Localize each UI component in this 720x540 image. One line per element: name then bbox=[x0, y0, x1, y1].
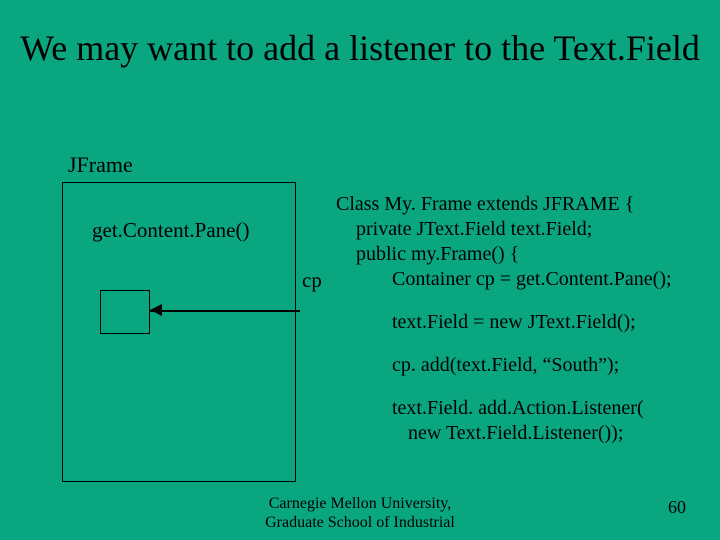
code-block: Class My. Frame extends JFRAME { private… bbox=[336, 192, 706, 446]
code-line: private JText.Field text.Field; bbox=[336, 217, 706, 242]
blank-line bbox=[336, 335, 706, 353]
code-line: text.Field = new JText.Field(); bbox=[336, 310, 706, 335]
code-line: Container cp = get.Content.Pane(); bbox=[336, 267, 706, 292]
footer: Carnegie Mellon University, Graduate Sch… bbox=[0, 495, 720, 532]
get-content-pane-label: get.Content.Pane() bbox=[92, 218, 249, 243]
blank-line bbox=[336, 292, 706, 310]
blank-line bbox=[336, 378, 706, 396]
code-line: Class My. Frame extends JFRAME { bbox=[336, 193, 634, 215]
inner-box bbox=[100, 290, 150, 334]
cp-label: cp bbox=[302, 268, 322, 293]
arrow-line bbox=[150, 310, 300, 312]
code-line: new Text.Field.Listener()); bbox=[336, 421, 706, 446]
arrow-left-icon bbox=[150, 304, 162, 316]
jframe-label: JFrame bbox=[68, 152, 133, 178]
code-line: text.Field. add.Action.Listener( bbox=[336, 396, 706, 421]
code-line: public my.Frame() { bbox=[336, 242, 706, 267]
footer-line: Graduate School of Industrial bbox=[265, 514, 455, 531]
slide-title: We may want to add a listener to the Tex… bbox=[0, 0, 720, 69]
code-line: cp. add(text.Field, “South”); bbox=[336, 353, 706, 378]
footer-line: Carnegie Mellon University, bbox=[269, 495, 451, 512]
page-number: 60 bbox=[668, 497, 686, 518]
